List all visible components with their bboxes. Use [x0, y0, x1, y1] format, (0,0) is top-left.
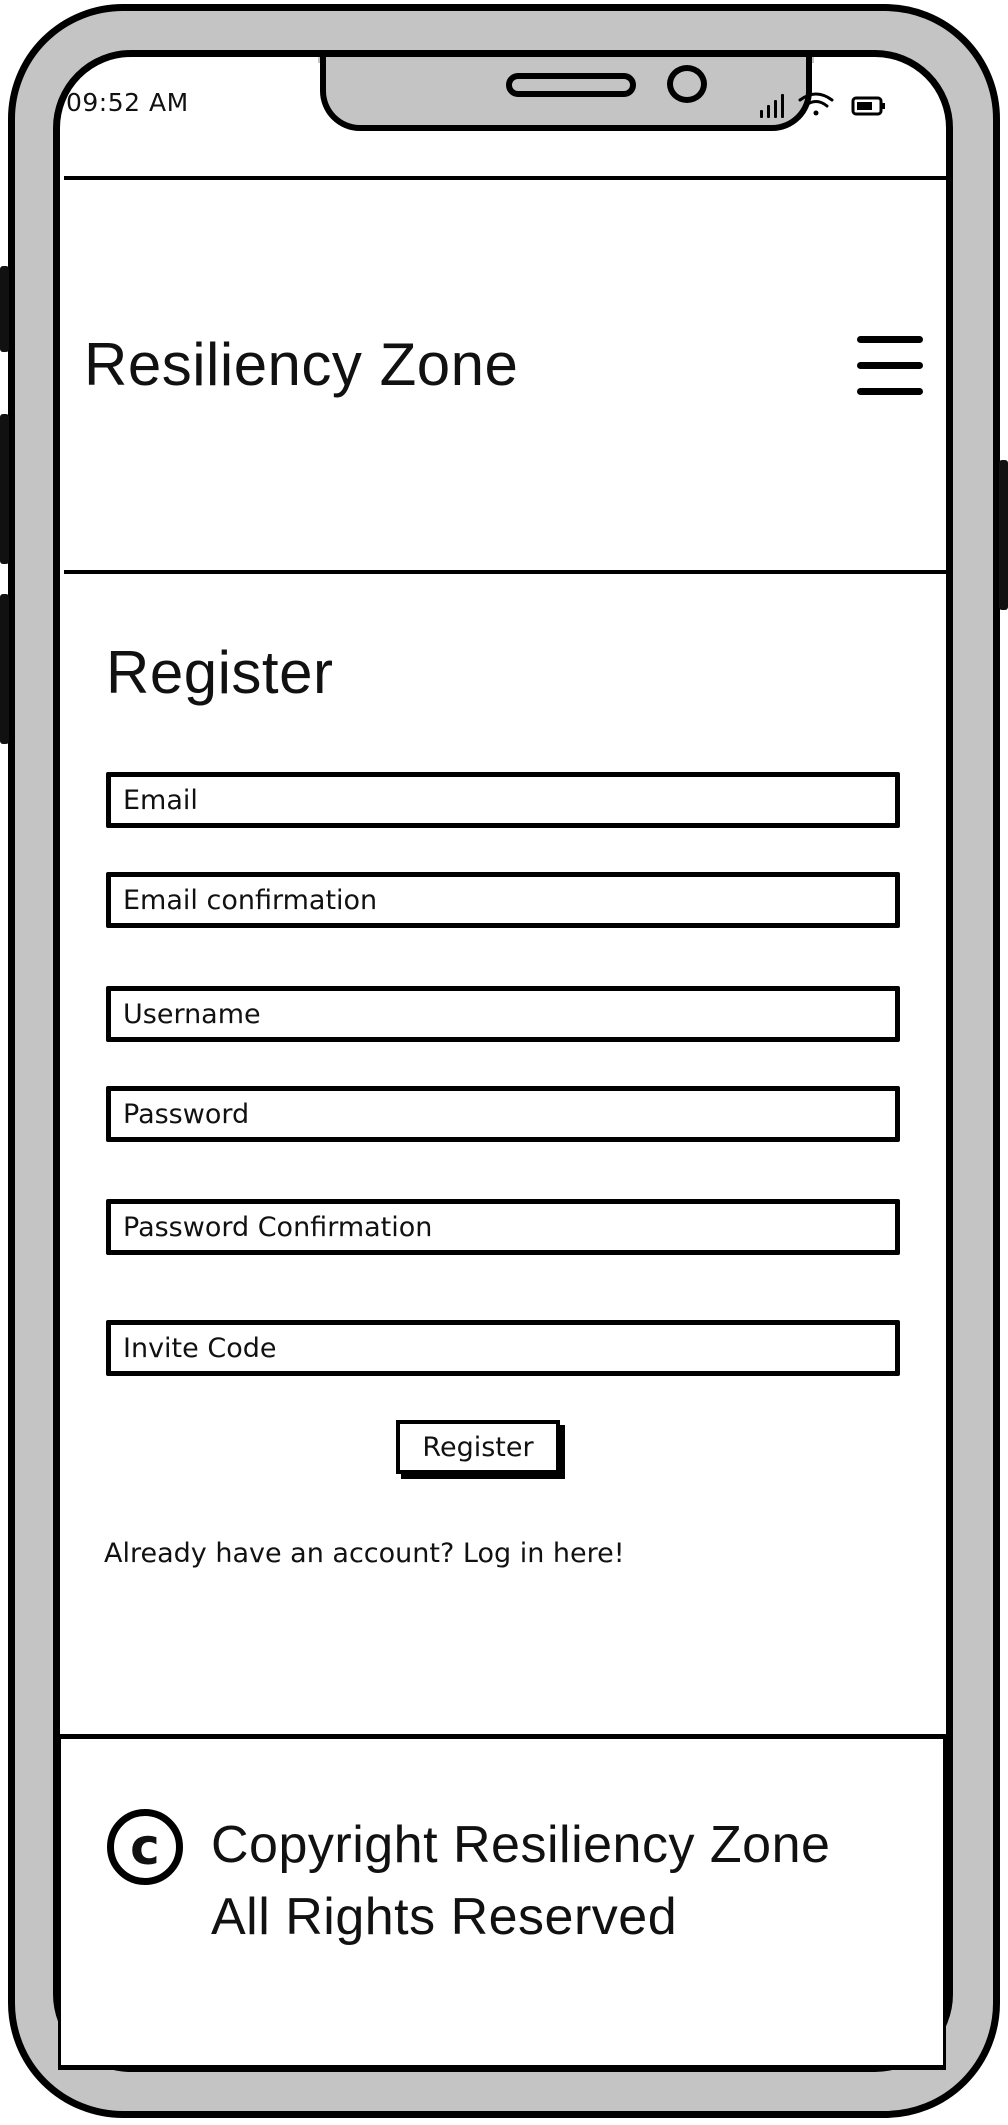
site-title[interactable]: Resiliency Zone: [84, 330, 518, 399]
login-link[interactable]: Already have an account? Log in here!: [104, 1538, 625, 1569]
menu-bar-bottom: [857, 388, 923, 395]
status-time: 09:52 AM: [66, 88, 189, 117]
side-button-mute: [0, 266, 9, 352]
email-confirmation-field[interactable]: [106, 872, 900, 928]
menu-bar-top: [857, 336, 923, 343]
copyright-icon: c: [107, 1809, 183, 1885]
side-button-volume-down: [0, 594, 9, 744]
wifi-icon: [798, 92, 834, 116]
status-icons: [760, 92, 885, 118]
copyright-line: Copyright Resiliency Zone: [211, 1816, 831, 1874]
rights-line: All Rights Reserved: [211, 1888, 678, 1946]
email-field[interactable]: [106, 772, 900, 828]
site-footer: c Copyright Resiliency Zone All Rights R…: [58, 1734, 946, 2070]
register-button[interactable]: Register: [396, 1420, 560, 1474]
camera: [667, 65, 707, 103]
page-title: Register: [106, 639, 334, 706]
battery-icon: [851, 96, 885, 116]
site-header: Resiliency Zone: [64, 176, 946, 574]
hamburger-menu-icon[interactable]: [857, 336, 923, 396]
password-confirmation-field[interactable]: [106, 1199, 900, 1255]
speaker: [506, 73, 636, 97]
register-section: Register Register Already have an accoun…: [64, 574, 946, 1734]
side-button-power: [999, 460, 1008, 610]
username-field[interactable]: [106, 986, 900, 1042]
footer-text: Copyright Resiliency Zone All Rights Res…: [211, 1809, 830, 1953]
menu-bar-middle: [857, 362, 923, 369]
side-button-volume-up: [0, 414, 9, 564]
password-field[interactable]: [106, 1086, 900, 1142]
notch: [320, 57, 812, 131]
invite-code-field[interactable]: [106, 1320, 900, 1376]
signal-icon: [760, 94, 784, 118]
